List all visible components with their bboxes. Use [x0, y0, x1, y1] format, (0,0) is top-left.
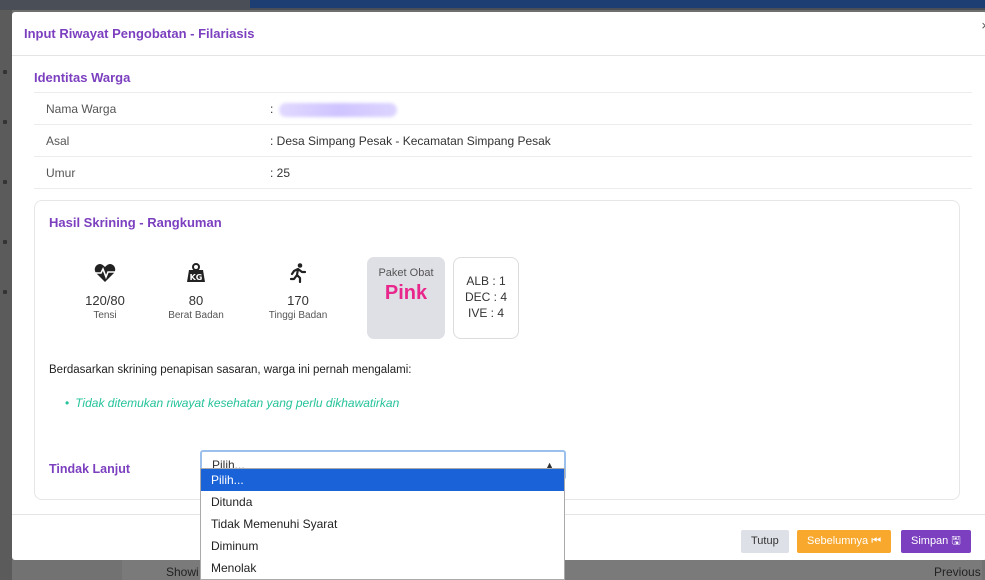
background-previous-link: Previous	[934, 565, 981, 579]
background-topbar-blue	[250, 0, 985, 8]
screening-text: Berdasarkan skrining penapisan sasaran, …	[49, 364, 412, 376]
paket-obat-label: Paket Obat	[378, 267, 434, 279]
redacted-name	[279, 102, 398, 117]
background-sidebar-mark	[3, 290, 7, 294]
list-item: • Tidak ditemukan riwayat kesehatan yang …	[65, 396, 399, 410]
table-row: Asal : Desa Simpang Pesak - Kecamatan Si…	[34, 125, 972, 157]
bullet-dot: •	[65, 396, 70, 410]
stat-tensi-caption: Tensi	[93, 310, 117, 321]
paket-obat-box: Paket Obat Pink	[367, 257, 445, 339]
svg-text:KG: KG	[190, 273, 203, 282]
simpan-button[interactable]: Simpan 🖫	[901, 530, 971, 553]
background-topbar	[0, 0, 985, 10]
identitas-section-title: Identitas Warga	[34, 70, 131, 85]
row-value-nama: :	[270, 102, 398, 117]
background-sidebar-mark	[3, 180, 7, 184]
stat-tinggi-value: 170	[287, 293, 309, 308]
table-row: Umur : 25	[34, 157, 972, 189]
option-ditunda[interactable]: Ditunda	[201, 491, 564, 513]
row-value-umur: : 25	[270, 166, 291, 180]
stat-berat-value: 80	[188, 293, 204, 308]
hasil-skrining-title: Hasil Skrining - Rangkuman	[49, 215, 222, 230]
dose-ive: IVE : 4	[467, 306, 505, 320]
option-diminum[interactable]: Diminum	[201, 535, 564, 557]
dose-box: ALB : 1 DEC : 4 IVE : 4	[453, 257, 519, 339]
sebelumnya-button[interactable]: Sebelumnya ⏮	[797, 530, 892, 553]
row-label-asal: Asal	[46, 134, 70, 148]
background-sidebar-mark	[3, 120, 7, 124]
running-person-icon	[289, 263, 307, 283]
table-row: Nama Warga :	[34, 93, 972, 125]
tindak-lanjut-label: Tindak Lanjut	[49, 462, 131, 476]
row-label-nama: Nama Warga	[46, 102, 117, 116]
row-value-asal: : Desa Simpang Pesak - Kecamatan Simpang…	[270, 134, 551, 148]
option-pilih[interactable]: Pilih...	[201, 469, 564, 491]
background-sidebar-mark	[3, 240, 7, 244]
tindak-lanjut-options: Pilih... Ditunda Tidak Memenuhi Syarat D…	[200, 468, 565, 580]
option-menolak[interactable]: Menolak	[201, 557, 564, 579]
modal-header: Input Riwayat Pengobatan - Filariasis	[12, 12, 985, 56]
dose-dec: DEC : 4	[464, 290, 507, 304]
stat-berat-caption: Berat Badan	[168, 310, 224, 321]
close-button[interactable]: ×	[981, 18, 985, 33]
background-sidebar-mark	[3, 70, 7, 74]
option-tidak-memenuhi-syarat[interactable]: Tidak Memenuhi Syarat	[201, 513, 564, 535]
dose-alb: ALB : 1	[466, 274, 506, 288]
tutup-button[interactable]: Tutup	[741, 530, 789, 553]
paket-obat-value: Pink	[384, 282, 428, 304]
modal-title: Input Riwayat Pengobatan - Filariasis	[24, 26, 255, 41]
bullet-text: Tidak ditemukan riwayat kesehatan yang p…	[75, 396, 400, 410]
row-label-umur: Umur	[46, 166, 76, 180]
stat-tinggi-badan: 170 Tinggi Badan	[248, 263, 348, 321]
heartbeat-icon	[94, 264, 116, 282]
stat-tinggi-caption: Tinggi Badan	[268, 310, 328, 321]
stat-tensi: 120/80 Tensi	[55, 263, 155, 321]
hasil-skrining-card: Hasil Skrining - Rangkuman 120/80 Tensi …	[34, 200, 960, 500]
nama-colon: :	[270, 102, 274, 116]
stat-berat-badan: KG 80 Berat Badan	[146, 263, 246, 321]
identitas-table: Nama Warga : Asal : Desa Simpang Pesak -…	[34, 92, 972, 189]
weight-kg-icon: KG	[187, 263, 205, 282]
background-show-entries-text: Showi	[166, 565, 199, 579]
stat-tensi-value: 120/80	[85, 293, 125, 308]
background-sidebar	[0, 10, 12, 580]
